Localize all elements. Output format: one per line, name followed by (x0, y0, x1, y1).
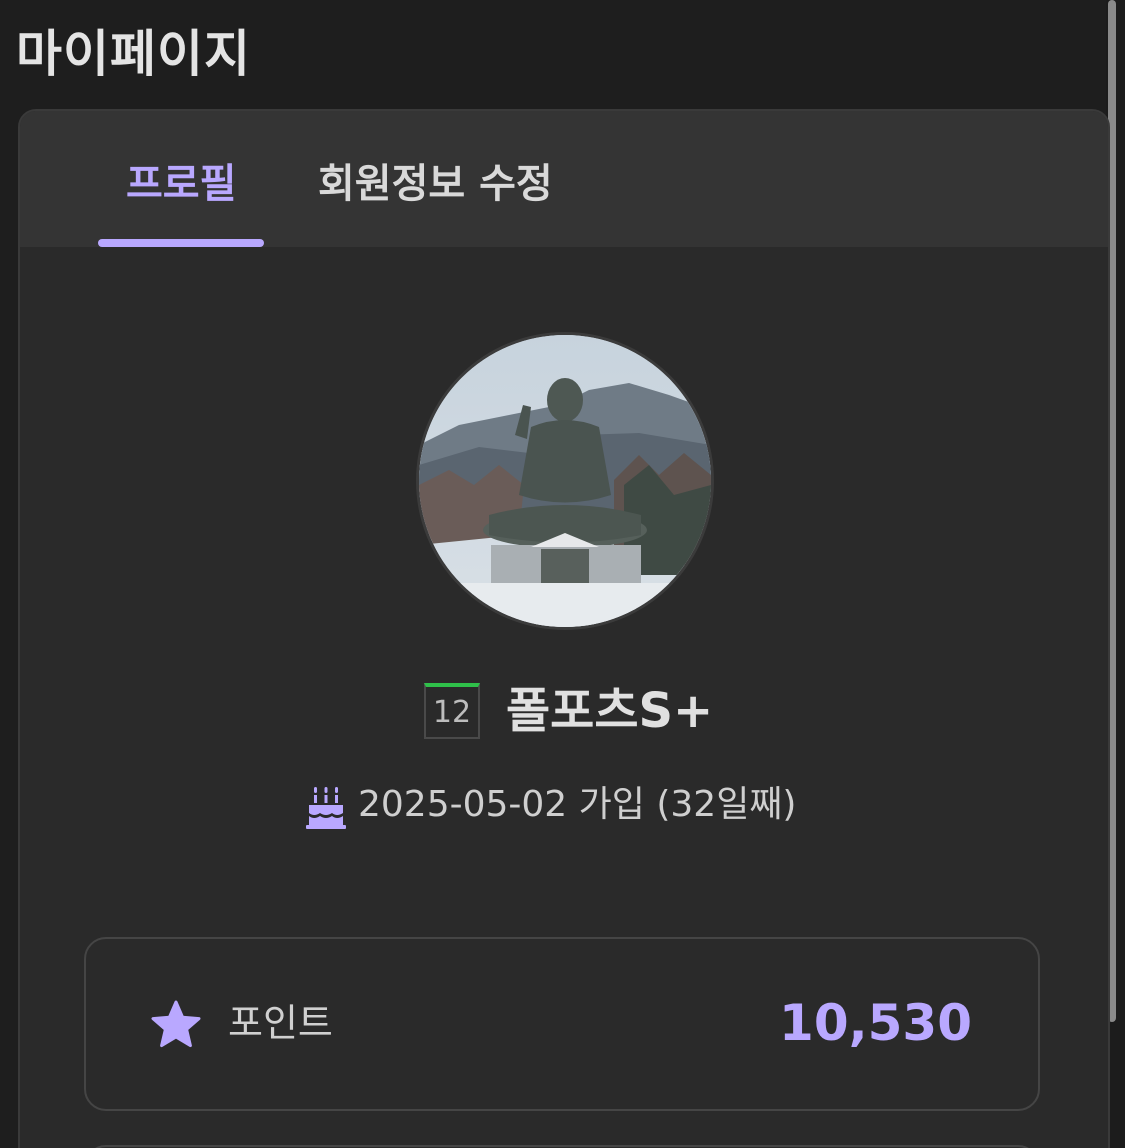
join-date-text: 2025-05-02 가입 (32일째) (358, 784, 797, 825)
points-box[interactable]: 포인트 10,530 (84, 937, 1040, 1111)
cake-icon (306, 787, 346, 829)
avatar[interactable] (416, 332, 714, 630)
active-tab-indicator (98, 239, 264, 247)
page-title: 마이페이지 (16, 25, 251, 83)
join-date-row: 2025-05-02 가입 (32일째) (20, 781, 1108, 829)
level-badge: 12 (424, 683, 480, 739)
points-value: 10,530 (779, 994, 972, 1052)
tab-profile[interactable]: 프로필 (126, 151, 236, 209)
tab-edit-member-info[interactable]: 회원정보 수정 (318, 151, 553, 209)
avatar-image (419, 335, 711, 627)
points-label: 포인트 (228, 1001, 333, 1045)
nickname: 폴포츠S+ (506, 683, 714, 739)
mypage-card: 프로필 회원정보 수정 12 폴포츠S+ 2025-05-02 가입 (32일째… (18, 109, 1110, 1148)
tab-bar: 프로필 회원정보 수정 (20, 111, 1108, 247)
star-icon (151, 1000, 201, 1048)
my-page: 마이페이지 프로필 회원정보 수정 12 폴포츠S+ 2025-05-02 가입… (0, 0, 1125, 1148)
profile-name-row: 12 폴포츠S+ (20, 679, 1108, 743)
